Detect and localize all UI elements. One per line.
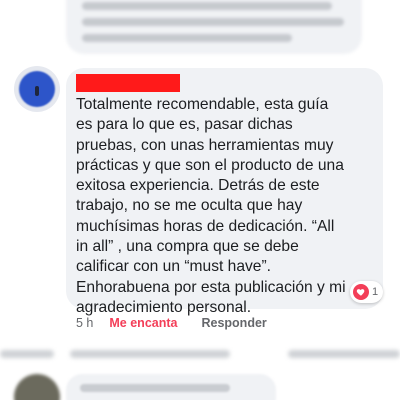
redacted-author-name (76, 74, 180, 92)
reply-bubble-blurred (66, 374, 276, 400)
comment-line: muchísimas horas de dedicación. “All (76, 217, 335, 235)
comment-line: Enhorabuena por esta publicación y mi (76, 278, 346, 296)
commenter-avatar[interactable] (14, 66, 60, 112)
comment-line: pruebas, con unas herramientas muy (76, 136, 334, 154)
comment-timestamp[interactable]: 5 h (76, 316, 93, 330)
reply-link[interactable]: Responder (201, 316, 266, 330)
comment-line: exitosa experiencia. Detrás de este (76, 177, 320, 195)
love-reaction-link[interactable]: Me encanta (109, 316, 177, 330)
reply-avatar-blurred (14, 374, 60, 400)
heart-icon (353, 284, 369, 300)
blurred-reply-summary (0, 346, 400, 362)
comment-line: calificar con un “must have”. (76, 258, 271, 276)
comment-line: in all” , una compra que se debe (76, 238, 299, 256)
reaction-badge[interactable]: 1 (350, 281, 384, 303)
comment-line: prácticas y que son el producto de una (76, 156, 344, 174)
reaction-count: 1 (372, 286, 379, 298)
comment-bubble: Totalmente recomendable, esta guía es pa… (66, 68, 383, 316)
comment-text: Totalmente recomendable, esta guía es pa… (76, 95, 376, 318)
comment-line: es para lo que es, pasar dichas (76, 116, 293, 134)
comment-line: Totalmente recomendable, esta guía (76, 96, 329, 113)
comment-line: trabajo, no se me oculta que hay (76, 197, 303, 215)
previous-comment-blurred (66, 0, 362, 54)
comment-actions: 5 h Me encanta Responder (76, 314, 267, 332)
